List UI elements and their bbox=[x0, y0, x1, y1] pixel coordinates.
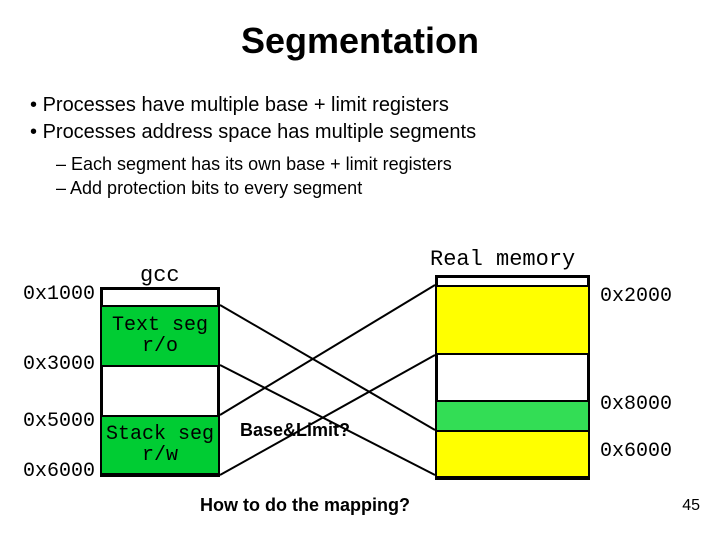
addr-right-0x8000: 0x8000 bbox=[600, 393, 672, 416]
gcc-label: gcc bbox=[140, 263, 180, 288]
addr-left-0x5000: 0x5000 bbox=[0, 410, 95, 433]
addr-left-0x6000: 0x6000 bbox=[0, 460, 95, 483]
bullet-list: Processes have multiple base + limit reg… bbox=[0, 92, 720, 146]
bullet-2: Processes address space has multiple seg… bbox=[30, 119, 720, 146]
text-segment-label-2: r/o bbox=[142, 336, 178, 357]
slide-number: 45 bbox=[682, 497, 700, 515]
slide-title: Segmentation bbox=[0, 20, 720, 62]
text-segment: Text seg r/o bbox=[100, 305, 220, 367]
sub-bullet-1: Each segment has its own base + limit re… bbox=[56, 152, 720, 176]
addr-right-0x2000: 0x2000 bbox=[600, 285, 672, 308]
bullet-1: Processes have multiple base + limit reg… bbox=[30, 92, 720, 119]
real-memory-yellow-upper bbox=[435, 285, 590, 355]
segmentation-diagram: gcc Real memory Text seg r/o Stack seg r… bbox=[0, 265, 720, 525]
sub-bullet-2: Add protection bits to every segment bbox=[56, 176, 720, 200]
text-segment-label-1: Text seg bbox=[112, 315, 208, 336]
stack-segment-label-2: r/w bbox=[142, 445, 178, 466]
addr-left-0x3000: 0x3000 bbox=[0, 353, 95, 376]
base-and-limit-question: Base&Limit? bbox=[240, 420, 350, 441]
real-memory-label: Real memory bbox=[430, 247, 575, 272]
sub-bullet-list: Each segment has its own base + limit re… bbox=[0, 152, 720, 201]
stack-segment: Stack seg r/w bbox=[100, 415, 220, 475]
how-to-mapping-question: How to do the mapping? bbox=[200, 495, 410, 516]
addr-right-0x6000: 0x6000 bbox=[600, 440, 672, 463]
addr-left-0x1000: 0x1000 bbox=[0, 283, 95, 306]
stack-segment-label-1: Stack seg bbox=[106, 424, 214, 445]
real-memory-yellow-lower bbox=[435, 430, 590, 478]
